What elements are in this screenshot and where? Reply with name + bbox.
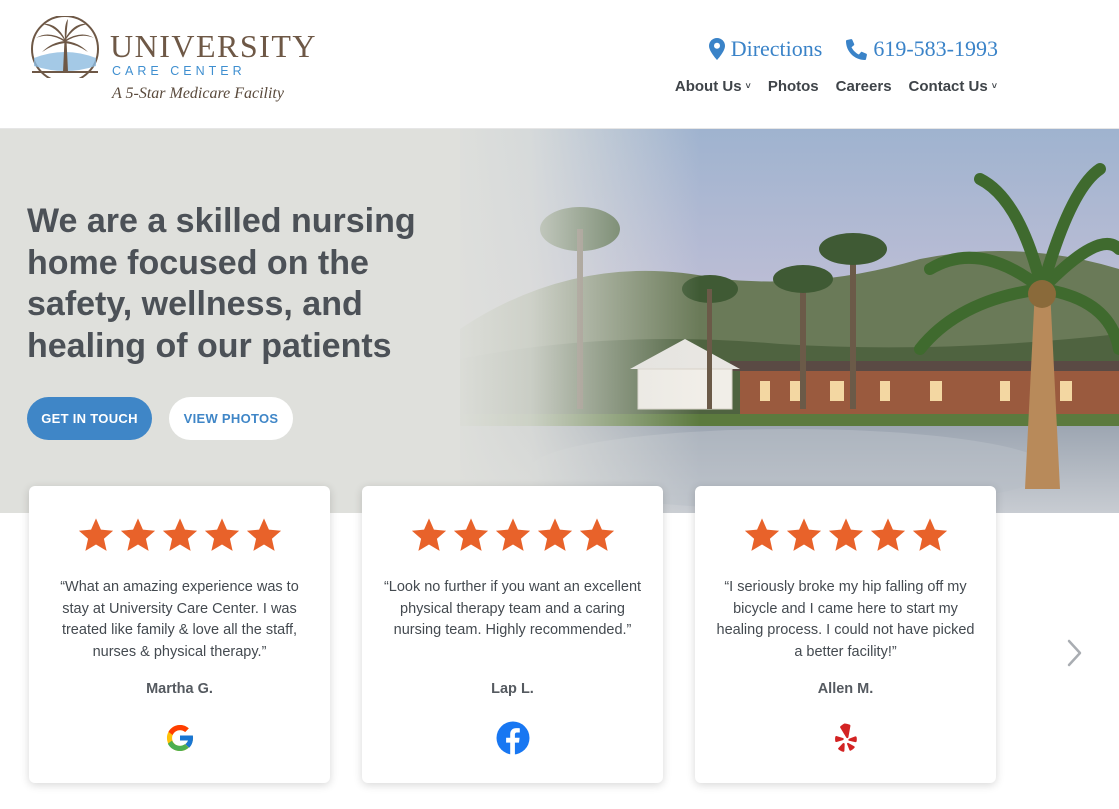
directions-link[interactable]: Directions: [708, 36, 823, 62]
nav-item-label: About Us: [674, 78, 742, 95]
review-card: “I seriously broke my hip falling off my…: [695, 486, 996, 783]
site-header: UNIVERSITY CARE CENTER A 5-Star Medicare…: [0, 0, 1119, 129]
hero-photo-fade: [440, 129, 700, 513]
nav-item-label: Photos: [767, 78, 819, 95]
directions-label: Directions: [730, 36, 823, 61]
star-icon: [786, 518, 821, 551]
star-icon: [828, 518, 863, 551]
star-icon: [78, 518, 113, 551]
phone-number: 619-583-1993: [873, 36, 998, 61]
star-icon: [411, 518, 446, 551]
hero-section: We are a skilled nursing home focused on…: [0, 129, 1119, 513]
main-nav: About Us ˅ Photos Careers Contact Us ˅: [675, 78, 997, 95]
map-pin-icon: [708, 38, 725, 60]
review-quote: “What an amazing experience was to stay …: [60, 579, 299, 660]
phone-link[interactable]: 619-583-1993: [846, 36, 998, 62]
yelp-icon[interactable]: [829, 721, 863, 755]
nav-item-label: Careers: [835, 78, 892, 95]
star-icon: [912, 518, 947, 551]
review-quote: “Look no further if you want an excellen…: [383, 579, 642, 638]
carousel-next-arrow-icon[interactable]: [1062, 638, 1086, 668]
logo-name: UNIVERSITY: [110, 28, 317, 64]
review-quote: “I seriously broke my hip falling off my…: [716, 579, 975, 660]
star-icon: [453, 518, 488, 551]
star-icon: [162, 518, 197, 551]
review-card: “Look no further if you want an excellen…: [362, 486, 663, 783]
phone-icon: [846, 38, 868, 60]
star-icon: [870, 518, 905, 551]
facebook-icon[interactable]: [496, 721, 530, 755]
get-in-touch-button[interactable]: GET IN TOUCH: [27, 397, 152, 440]
star-icon: [579, 518, 614, 551]
reviewer-name: Lap L.: [491, 681, 534, 697]
star-rating: [29, 516, 330, 554]
star-icon: [537, 518, 572, 551]
star-icon: [744, 518, 779, 551]
review-card: “What an amazing experience was to stay …: [29, 486, 330, 783]
star-icon: [120, 518, 155, 551]
contact-row: Directions 619-583-1993: [708, 36, 998, 62]
star-rating: [695, 516, 996, 554]
nav-careers[interactable]: Careers: [836, 78, 892, 95]
star-icon: [204, 518, 239, 551]
star-rating: [362, 516, 663, 554]
hero-heading: We are a skilled nursing home focused on…: [27, 202, 416, 365]
view-photos-button[interactable]: VIEW PHOTOS: [169, 397, 293, 440]
nav-item-label: Contact Us: [908, 78, 988, 95]
nav-contact-us[interactable]: Contact Us ˅: [909, 78, 997, 95]
nav-about-us[interactable]: About Us ˅: [675, 78, 751, 95]
star-icon: [246, 518, 281, 551]
logo-tagline: A 5-Star Medicare Facility: [112, 85, 284, 102]
chevron-down-icon: ˅: [745, 80, 751, 91]
palm-tree-logo-icon: [31, 16, 99, 78]
nav-photos[interactable]: Photos: [768, 78, 819, 95]
reviewer-name: Martha G.: [146, 681, 213, 697]
chevron-down-icon: ˅: [991, 80, 997, 91]
logo-subtitle: CARE CENTER: [112, 64, 246, 78]
reviewer-name: Allen M.: [817, 681, 874, 697]
google-icon[interactable]: [163, 721, 197, 755]
site-logo[interactable]: UNIVERSITY CARE CENTER A 5-Star Medicare…: [28, 14, 328, 109]
star-icon: [495, 518, 530, 551]
